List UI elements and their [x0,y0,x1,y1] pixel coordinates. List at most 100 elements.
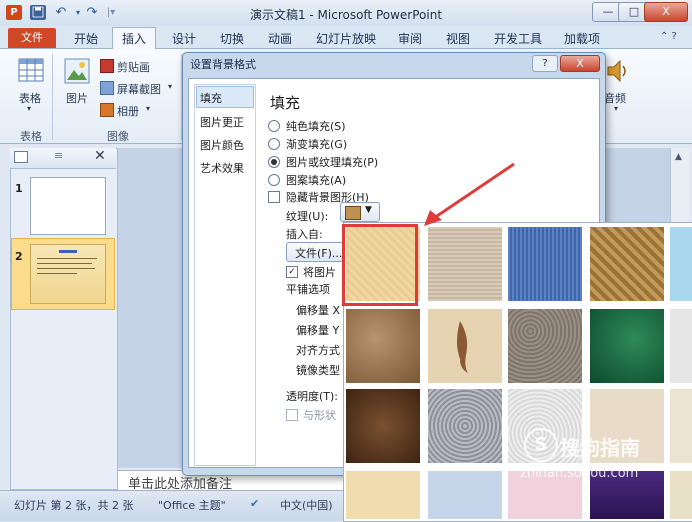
group-table-label: 表格 [20,130,42,143]
file-button-label: 文件(F)... [295,247,343,260]
texture-denim[interactable] [508,227,582,301]
offset-x-label: 偏移量 X [296,304,341,317]
slide-number-1: 1 [15,182,23,195]
transparency-label: 透明度(T): [286,390,339,403]
gradient-fill-radio[interactable] [268,138,280,150]
audio-button[interactable] [606,58,628,87]
section-heading: 填充 [270,94,301,112]
audio-dropdown-icon[interactable]: ▾ [614,104,618,113]
clipart-icon [100,59,114,73]
picture-texture-fill-radio[interactable] [268,156,280,168]
thumb-text-line [37,268,95,269]
group-image-label: 图像 [107,130,129,143]
thumb-text-line [37,258,97,259]
texture-white-marble[interactable] [670,309,692,383]
texture-swatch-icon [345,206,361,220]
album-dropdown-icon[interactable]: ▾ [146,104,150,113]
dialog-help-button[interactable]: ? [532,55,558,72]
tab-developer[interactable]: 开发工具 [494,30,542,47]
selected-texture-highlight [342,224,418,306]
tab-file[interactable]: 文件 [8,28,56,48]
texture-picker-button[interactable]: ▼ [340,202,380,222]
slide-thumbnail-2[interactable] [30,244,106,304]
table-icon [18,58,44,82]
hide-background-checkbox[interactable] [268,191,280,203]
table-button[interactable] [18,58,44,85]
picture-button[interactable] [64,58,90,87]
tile-picture-checkbox[interactable]: ✓ [286,266,298,278]
close-pane-icon[interactable]: ✕ [94,148,106,164]
dialog-close-button[interactable]: X [560,55,600,72]
screenshot-button[interactable]: 屏幕截图 [117,81,161,97]
texture-stationery[interactable] [346,471,420,519]
texture-green-marble[interactable] [590,309,664,383]
tab-review[interactable]: 审阅 [398,30,422,47]
solid-fill-radio[interactable] [268,120,280,132]
theme-status[interactable]: "Office 主题" [158,497,226,513]
gradient-fill-label[interactable]: 渐变填充(G) [286,136,347,152]
texture-blue-tissue[interactable] [428,471,502,519]
tab-insert[interactable]: 插入 [112,27,156,50]
nav-item-artistic-effects[interactable]: 艺术效果 [200,160,244,176]
screenshot-dropdown-icon[interactable]: ▾ [168,82,172,91]
fish-fossil-icon [457,321,468,373]
texture-granite[interactable] [428,389,502,463]
rotate-with-shape-label[interactable]: 与形状 [303,407,336,423]
ribbon-help-icon[interactable]: ⌃ ? [660,31,684,42]
clipart-button[interactable]: 剪贴画 [117,59,150,75]
tile-picture-label[interactable]: 将图片 [303,264,336,280]
undo-icon[interactable]: ↶ [53,5,69,20]
tab-home[interactable]: 开始 [74,30,98,47]
pattern-fill-label[interactable]: 图案填充(A) [286,172,346,188]
slides-tab-icon[interactable] [14,151,28,163]
ribbon-divider [52,54,53,140]
texture-paper-bag[interactable] [346,309,420,383]
insert-from-label: 插入自: [286,228,323,241]
thumb-text-line [37,273,77,274]
pattern-fill-radio[interactable] [268,174,280,186]
speaker-icon [607,59,626,83]
texture-fish-fossil[interactable] [428,309,502,383]
watermark-brand: 搜狗指南 [560,436,640,460]
screenshot-icon [100,81,114,95]
tab-design[interactable]: 设计 [172,30,196,47]
picture-icon [64,58,90,84]
redo-icon[interactable]: ↷ [84,5,100,20]
texture-brown-marble[interactable] [346,389,420,463]
tab-slideshow[interactable]: 幻灯片放映 [316,30,376,47]
nav-item-fill[interactable]: 填充 [200,90,222,106]
save-icon[interactable] [30,5,46,20]
texture-woven-mat[interactable] [590,227,664,301]
spellcheck-icon[interactable]: ✔ [250,497,259,510]
rotate-with-shape-checkbox[interactable] [286,409,298,421]
pane-tab-strip: ≡ ✕ [10,148,116,169]
picture-label[interactable]: 图片 [66,90,88,106]
texture-bouquet[interactable] [670,471,692,519]
tab-animations[interactable]: 动画 [268,30,292,47]
solid-fill-label[interactable]: 纯色填充(S) [286,118,346,134]
table-dropdown-icon[interactable]: ▾ [27,104,31,113]
nav-item-picture-color[interactable]: 图片颜色 [200,137,244,153]
language-status[interactable]: 中文(中国) [280,497,333,513]
file-button[interactable]: 文件(F)... [286,242,344,262]
chevron-down-icon: ▼ [365,205,372,215]
scroll-up-icon[interactable]: ▲ [675,152,682,162]
album-button[interactable]: 相册 [117,103,139,119]
outline-tab-icon[interactable]: ≡ [54,149,63,162]
annotation-arrow-icon [424,162,515,226]
close-window-button[interactable]: X [644,2,688,22]
slide-thumbnail-1[interactable] [30,177,106,235]
tab-view[interactable]: 视图 [446,30,470,47]
tab-addins[interactable]: 加载项 [564,30,600,47]
alignment-label: 对齐方式 [296,344,340,357]
nav-item-picture-corrections[interactable]: 图片更正 [200,114,244,130]
powerpoint-app-icon[interactable]: P [6,5,22,20]
tab-transitions[interactable]: 切换 [220,30,244,47]
texture-sand[interactable] [508,309,582,383]
texture-canvas[interactable] [428,227,502,301]
texture-parchment[interactable] [670,389,692,463]
texture-water-droplets[interactable] [670,227,692,301]
customize-quick-access-icon[interactable]: |▾ [103,5,119,20]
slide-count-status: 幻灯片 第 2 张，共 2 张 [14,499,134,512]
picture-texture-fill-label[interactable]: 图片或纹理填充(P) [286,154,378,170]
